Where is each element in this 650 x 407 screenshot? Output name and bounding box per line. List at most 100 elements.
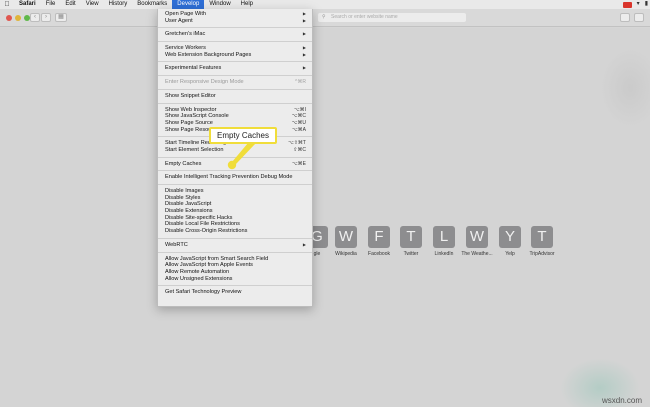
menu-item-show-javascript-console[interactable]: Show JavaScript Console ⌥⌘C (158, 113, 312, 120)
back-button[interactable]: ‹ (30, 13, 40, 22)
menu-item-user-agent[interactable]: User Agent ▶ (158, 18, 312, 25)
menu-item-label: Disable JavaScript (165, 201, 212, 208)
menu-item-shortcut: ⇧⌘C (293, 146, 306, 153)
menu-separator (158, 75, 312, 77)
close-window-button[interactable] (6, 15, 12, 21)
menu-item-open-page-with[interactable]: Open Page With ▶ (158, 11, 312, 18)
apple-icon[interactable]:  (0, 0, 14, 9)
toolbar-right (620, 13, 644, 22)
menu-item-empty-caches[interactable]: Empty Caches ⌥⌘E (158, 161, 312, 168)
menu-edit[interactable]: Edit (60, 0, 80, 9)
wifi-icon[interactable]: ▾ (637, 0, 640, 9)
menu-window[interactable]: Window (204, 0, 235, 9)
menu-develop[interactable]: Develop (172, 0, 205, 9)
address-bar[interactable]: ⚲ Search or enter website name (318, 13, 466, 22)
menu-separator (158, 285, 312, 287)
menu-item-disable-site-specific-hacks[interactable]: Disable Site-specific Hacks (158, 215, 312, 222)
favorite-tile[interactable]: W The Weathe... (461, 226, 493, 257)
menu-item-label: Disable Images (165, 188, 204, 194)
menu-item-label: Start Element Selection (165, 146, 224, 153)
battery-icon[interactable]: ▮ (645, 0, 648, 9)
menu-view[interactable]: View (81, 0, 104, 9)
menu-item-enable-intelligent-tracking-prevention-debug-mode[interactable]: Enable Intelligent Tracking Prevention D… (158, 174, 312, 181)
submenu-arrow-icon: ▶ (302, 17, 306, 23)
menu-item-show-web-inspector[interactable]: Show Web Inspector ⌥⌘I (158, 107, 312, 114)
favorite-label: Facebook (368, 251, 390, 257)
window-controls (6, 15, 30, 21)
menu-item-start-element-selection[interactable]: Start Element Selection ⇧⌘C (158, 147, 312, 154)
menu-item-webrtc[interactable]: WebRTC ▶ (158, 242, 312, 249)
favorite-tile[interactable]: F Facebook (364, 226, 394, 257)
menu-item-shortcut: ⌥⌘C (291, 113, 306, 120)
menu-item-allow-javascript-from-smart-search-field[interactable]: Allow JavaScript from Smart Search Field (158, 256, 312, 263)
tabs-icon[interactable] (634, 13, 644, 22)
menu-item-disable-images[interactable]: Disable Images (158, 188, 312, 195)
menu-item-web-extension-background-pages[interactable]: Web Extension Background Pages ▶ (158, 52, 312, 59)
menu-item-disable-javascript[interactable]: Disable JavaScript (158, 201, 312, 208)
menu-item-label: Show JavaScript Console (165, 113, 229, 120)
submenu-arrow-icon: ▶ (302, 31, 306, 37)
menu-item-shortcut: ⌥⌘E (291, 160, 306, 167)
menu-item-label: WebRTC (165, 241, 188, 248)
menu-file[interactable]: File (41, 0, 61, 9)
menu-item-disable-styles[interactable]: Disable Styles (158, 195, 312, 202)
menu-item-label: Open Page With (165, 11, 207, 17)
menu-item-disable-local-file-restrictions[interactable]: Disable Local File Restrictions (158, 221, 312, 228)
menu-bar:  Safari File Edit View History Bookmark… (0, 0, 650, 9)
menu-item-allow-javascript-from-apple-events[interactable]: Allow JavaScript from Apple Events (158, 262, 312, 269)
favorite-label: Wikipedia (335, 251, 357, 257)
menu-item-shortcut: ⌥⌘A (291, 126, 306, 133)
favorite-tile[interactable]: L LinkedIn (429, 226, 459, 257)
favorite-tile[interactable]: W Wikipedia (331, 226, 361, 257)
menu-item-label: Allow JavaScript from Apple Events (165, 262, 253, 269)
background-glow (600, 48, 650, 128)
favorite-label: Twitter (403, 251, 419, 257)
menu-separator (158, 27, 312, 29)
menu-item-label: Allow JavaScript from Smart Search Field (165, 255, 269, 262)
favorite-tile[interactable]: T Twitter (396, 226, 426, 257)
menu-item-gretchen-s-imac[interactable]: Gretchen's iMac ▶ (158, 31, 312, 38)
sidebar-icon[interactable]: ▦ (55, 13, 67, 22)
menu-separator (158, 41, 312, 43)
favorite-icon: F (368, 226, 390, 248)
favorite-icon: T (531, 226, 553, 248)
watermark: wsxdn.com (601, 396, 642, 405)
favorite-tile[interactable]: T TripAdvisor (527, 226, 557, 257)
menu-item-label: Show Web Inspector (165, 106, 217, 113)
menu-item-allow-unsigned-extensions[interactable]: Allow Unsigned Extensions (158, 276, 312, 283)
menu-separator (158, 102, 312, 104)
favorite-label: TripAdvisor (529, 251, 555, 257)
menu-help[interactable]: Help (236, 0, 258, 9)
develop-menu: Open Page With ▶ User Agent ▶ Gretchen's iMa… (157, 9, 313, 307)
menu-item-disable-extensions[interactable]: Disable Extensions (158, 208, 312, 215)
menu-item-label: Show Page Source (165, 119, 213, 126)
menu-item-show-snippet-editor[interactable]: Show Snippet Editor (158, 93, 312, 100)
start-page (0, 28, 650, 407)
menu-bookmarks[interactable]: Bookmarks (132, 0, 172, 9)
menu-item-label: Experimental Features (165, 65, 222, 72)
forward-button[interactable]: › (41, 13, 51, 22)
menu-item-service-workers[interactable]: Service Workers ▶ (158, 45, 312, 52)
favorite-tile[interactable]: Y Yelp (495, 226, 525, 257)
menu-item-label: Allow Unsigned Extensions (165, 275, 233, 282)
minimize-window-button[interactable] (15, 15, 21, 21)
menu-item-experimental-features[interactable]: Experimental Features ▶ (158, 65, 312, 72)
menu-history[interactable]: History (104, 0, 133, 9)
menu-item-show-page-source[interactable]: Show Page Source ⌥⌘U (158, 120, 312, 127)
record-icon[interactable] (622, 1, 632, 8)
menu-safari[interactable]: Safari (14, 0, 41, 9)
menu-item-label: Service Workers (165, 45, 206, 52)
favorite-label: Yelp (505, 251, 515, 257)
menu-item-allow-remote-automation[interactable]: Allow Remote Automation (158, 269, 312, 276)
status-area: ▾ ▮ (622, 0, 648, 9)
menu-separator (158, 170, 312, 172)
menu-item-shortcut: ⌥⌘I (293, 106, 306, 113)
menu-item-label: Disable Extensions (165, 208, 213, 215)
menu-item-disable-cross-origin-restrictions[interactable]: Disable Cross-Origin Restrictions (158, 228, 312, 235)
menu-item-label: User Agent (165, 17, 193, 24)
menu-item-label: Gretchen's iMac (165, 31, 206, 38)
share-icon[interactable] (620, 13, 630, 22)
favorite-icon: L (433, 226, 455, 248)
menu-item-label: Allow Remote Automation (165, 268, 230, 275)
menu-item-get-safari-technology-preview[interactable]: Get Safari Technology Preview (158, 289, 312, 296)
